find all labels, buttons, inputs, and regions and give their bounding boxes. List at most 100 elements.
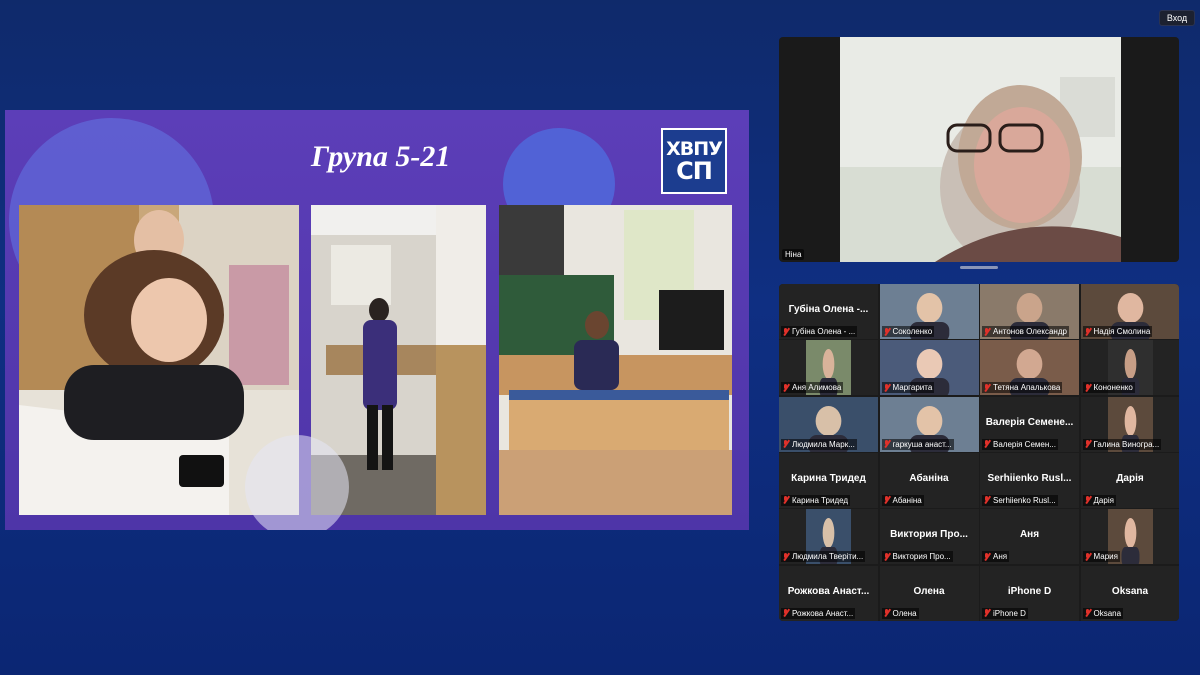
participant-name-label: Валерія Семен... — [982, 438, 1058, 450]
participant-name-text: Галина Виногра... — [1093, 439, 1160, 449]
participant-tile[interactable]: Маргарита — [879, 340, 979, 396]
mic-muted-icon — [1084, 383, 1091, 392]
college-logo: ХВПУ СП — [661, 128, 727, 194]
participant-tile[interactable]: Serhiienko Rusl... Serhiienko Rusl... — [980, 452, 1079, 508]
participant-display-name: Дарія — [1116, 472, 1144, 484]
participant-name-text: Oksana — [1093, 608, 1122, 618]
panel-resize-handle[interactable] — [960, 266, 998, 269]
participant-name-text: Дарія — [1093, 495, 1114, 505]
participant-name-label: Тетяна Апалькова — [982, 382, 1063, 394]
participant-name-label: Губіна Олена - ... — [781, 326, 858, 337]
participant-tile[interactable]: iPhone D iPhone D — [980, 565, 1079, 621]
participant-tile[interactable]: Соколенко — [879, 284, 979, 339]
participant-name-label: Виктория Про... — [881, 551, 953, 563]
participant-name-text: Антонов Олександр — [993, 327, 1067, 336]
participant-name-label: Соколенко — [881, 326, 935, 337]
participant-tile[interactable]: Галина Виногра... — [1080, 396, 1179, 452]
mic-muted-icon — [1084, 440, 1091, 448]
participant-tile[interactable]: Валерія Семене... Валерія Семен... — [980, 396, 1079, 452]
mic-muted-icon — [983, 383, 990, 392]
participant-display-name: Serhiienko Rusl... — [987, 472, 1072, 484]
participant-display-name: Карина Тридед — [791, 472, 866, 484]
participant-tile[interactable]: Тетяна Апалькова — [980, 340, 1079, 396]
participant-name-text: Тетяна Апалькова — [993, 383, 1061, 393]
participant-name-label: Кононенко — [1082, 382, 1135, 394]
participant-name-text: Serhiienko Rusl... — [993, 495, 1056, 505]
participant-display-name: Абаніна — [909, 472, 949, 484]
participant-tile[interactable]: Аня Аня — [980, 509, 1079, 565]
participant-display-name: Валерія Семене... — [985, 416, 1074, 428]
mic-muted-icon — [983, 496, 990, 504]
participant-tile[interactable]: Рожкова Анаст... Рожкова Анаст... — [779, 565, 878, 621]
participant-tile[interactable]: Кононенко — [1080, 340, 1179, 396]
login-button[interactable]: Вход — [1159, 10, 1195, 26]
participant-name-text: Соколенко — [892, 327, 933, 336]
mic-muted-icon — [883, 552, 890, 561]
participant-name-text: Кононенко — [1093, 383, 1133, 393]
participant-tile[interactable]: Oksana Oksana — [1080, 565, 1179, 621]
participant-name-text: Аня — [993, 552, 1008, 562]
participant-name-text: Рожкова Анаст... — [792, 608, 854, 618]
participant-name-label: Рожкова Анаст... — [781, 607, 856, 619]
participant-name-label: Галина Виногра... — [1082, 438, 1162, 450]
participant-display-name: Виктория Про... — [890, 529, 968, 541]
participant-name-label: Абаніна — [881, 494, 924, 506]
participant-tile[interactable]: Дарія Дарія — [1080, 452, 1179, 508]
mic-muted-icon — [883, 383, 890, 392]
mic-muted-icon — [983, 552, 990, 561]
participant-display-name: Рожкова Анаст... — [787, 585, 870, 597]
participant-display-name: Oksana — [1111, 585, 1149, 597]
participant-name-text: Людмила Марк... — [792, 439, 855, 449]
participant-display-name: iPhone D — [1007, 585, 1052, 597]
mic-muted-icon — [782, 440, 789, 448]
mic-muted-icon — [782, 609, 789, 617]
participant-tile[interactable]: Мария — [1080, 509, 1179, 565]
participant-name-text: Абаніна — [892, 495, 922, 505]
participant-name-text: Олена — [892, 608, 917, 618]
photo-classroom — [499, 205, 732, 515]
mic-muted-icon — [983, 327, 990, 336]
participant-tile[interactable]: Аня Алимова — [779, 340, 878, 396]
participant-name-text: Надія Смолина — [1093, 327, 1151, 336]
participant-name-text: Губіна Олена - ... — [792, 327, 856, 336]
participant-tile[interactable]: Надія Смолина — [1080, 284, 1179, 339]
participant-name-text: Людмила Тверіти... — [792, 552, 864, 562]
shared-screen-slide: Група 5-21 ХВПУ СП — [5, 110, 749, 530]
participant-name-text: Мария — [1093, 552, 1118, 562]
slide-title: Група 5-21 — [311, 140, 451, 173]
participant-tile[interactable]: Виктория Про... Виктория Про... — [879, 509, 979, 565]
participant-name-label: Мария — [1082, 551, 1120, 563]
active-speaker-tile[interactable]: Ніна — [779, 37, 1179, 262]
participant-name-text: iPhone D — [993, 608, 1026, 618]
mic-muted-icon — [883, 327, 890, 336]
participant-name-label: iPhone D — [982, 607, 1028, 619]
participant-display-name: Аня — [1019, 529, 1040, 541]
speaker-video — [840, 37, 1121, 262]
participant-tile[interactable]: Карина Тридед Карина Тридед — [779, 452, 878, 508]
participant-tile[interactable]: Людмила Тверіти... — [779, 509, 878, 565]
participant-name-text: гаркуша анаст... — [892, 439, 952, 449]
mic-muted-icon — [1084, 609, 1091, 617]
mic-muted-icon — [983, 440, 990, 448]
mic-muted-icon — [1084, 496, 1091, 504]
participant-name-text: Валерія Семен... — [993, 439, 1056, 449]
participant-tile[interactable]: Губіна Олена -... Губіна Олена - ... — [779, 284, 878, 339]
participant-name-label: Serhiienko Rusl... — [982, 494, 1058, 506]
logo-line-2: СП — [676, 156, 713, 185]
participant-display-name: Губіна Олена -... — [788, 304, 869, 315]
mic-muted-icon — [983, 609, 990, 617]
participant-name-text: Маргарита — [892, 383, 933, 393]
participant-tile[interactable]: Антонов Олександр — [980, 284, 1079, 339]
mic-muted-icon — [782, 496, 789, 504]
participant-tile[interactable]: Людмила Марк... — [779, 396, 878, 452]
participant-name-label: Карина Тридед — [781, 494, 851, 506]
participant-name-label: Надія Смолина — [1082, 326, 1153, 337]
participant-display-name: Олена — [913, 585, 945, 597]
participant-name-text: Аня Алимова — [792, 383, 842, 393]
participant-tile[interactable]: гаркуша анаст... — [879, 396, 979, 452]
participant-name-label: Маргарита — [881, 382, 935, 394]
mic-muted-icon — [883, 609, 890, 617]
decor-circle — [245, 435, 349, 530]
participant-tile[interactable]: Олена Олена — [879, 565, 979, 621]
participant-tile[interactable]: Абаніна Абаніна — [879, 452, 979, 508]
